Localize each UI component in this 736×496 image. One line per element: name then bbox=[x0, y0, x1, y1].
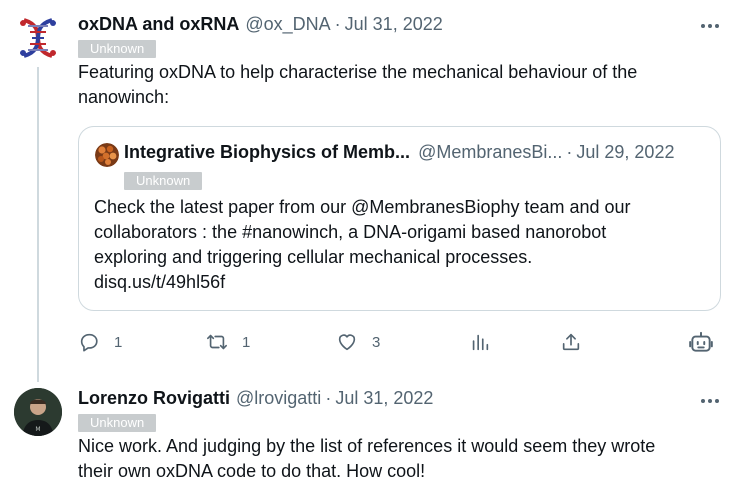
status-badge: Unknown bbox=[78, 414, 157, 432]
separator-dot: · bbox=[325, 388, 332, 408]
tweet-text: Featuring oxDNA to help characterise the… bbox=[78, 60, 637, 110]
grok-icon bbox=[689, 331, 713, 352]
handle[interactable]: @lrovigatti bbox=[236, 388, 321, 409]
timestamp[interactable]: Jul 31, 2022 bbox=[345, 14, 443, 35]
display-name[interactable]: Lorenzo Rovigatti bbox=[78, 388, 230, 409]
heart-icon bbox=[338, 334, 356, 351]
display-name[interactable]: oxDNA and oxRNA bbox=[78, 14, 239, 35]
tweet-text-line: Nice work. And judging by the list of re… bbox=[78, 436, 656, 456]
grok-button[interactable] bbox=[688, 328, 714, 356]
quoted-tweet-header: Integrative Biophysics of Memb... @Membr… bbox=[124, 142, 674, 163]
more-horizontal-icon[interactable] bbox=[698, 16, 722, 36]
tweet-header: oxDNA and oxRNA @ox_DNA · Jul 31, 2022 bbox=[78, 14, 443, 35]
share-button[interactable] bbox=[560, 328, 582, 356]
quoted-tweet-text: Check the latest paper from our @Membran… bbox=[94, 197, 631, 292]
tweet-header: Lorenzo Rovigatti @lrovigatti · Jul 31, … bbox=[78, 388, 433, 409]
separator-dot: · bbox=[334, 14, 341, 34]
cells-logo-icon bbox=[95, 143, 119, 167]
share-icon bbox=[562, 333, 580, 351]
handle[interactable]: @ox_DNA bbox=[245, 14, 330, 35]
more-horizontal-icon[interactable] bbox=[698, 391, 722, 411]
quoted-tweet-card[interactable]: Integrative Biophysics of Memb... @Membr… bbox=[78, 126, 721, 311]
svg-text:M: M bbox=[35, 426, 40, 433]
tweet-text-line: their own oxDNA code to do that. How coo… bbox=[78, 461, 426, 481]
oxdna-logo-icon bbox=[14, 14, 62, 62]
avatar[interactable]: M bbox=[14, 388, 62, 436]
like-button[interactable]: 3 bbox=[336, 328, 380, 356]
tweet-text-line: Featuring oxDNA to help characterise the… bbox=[78, 62, 638, 82]
thread-connector-line bbox=[37, 67, 39, 382]
quoted-avatar bbox=[95, 143, 119, 167]
timestamp[interactable]: Jul 31, 2022 bbox=[335, 388, 433, 409]
separator-dot: · bbox=[566, 142, 573, 162]
quoted-timestamp[interactable]: Jul 29, 2022 bbox=[576, 142, 674, 163]
status-badge: Unknown bbox=[124, 172, 203, 190]
avatar[interactable] bbox=[14, 14, 62, 62]
retweet-icon bbox=[207, 334, 227, 350]
tweet-action-bar: 1 1 3 bbox=[78, 328, 718, 356]
tweet-text-line: nanowinch: bbox=[78, 87, 170, 107]
reply-count: 1 bbox=[114, 333, 123, 351]
retweet-button[interactable]: 1 bbox=[206, 328, 250, 356]
like-count: 3 bbox=[372, 333, 381, 351]
analytics-icon bbox=[472, 334, 489, 351]
quoted-display-name[interactable]: Integrative Biophysics of Memb... bbox=[124, 142, 410, 163]
reply-icon bbox=[80, 333, 98, 352]
status-badge: Unknown bbox=[78, 40, 157, 58]
quoted-handle[interactable]: @MembranesBi... bbox=[418, 142, 562, 163]
tweet-text: Nice work. And judging by the list of re… bbox=[78, 434, 655, 484]
retweet-count: 1 bbox=[242, 333, 251, 351]
profile-photo-icon: M bbox=[14, 388, 62, 436]
views-button[interactable] bbox=[469, 328, 491, 356]
reply-button[interactable]: 1 bbox=[78, 328, 122, 356]
